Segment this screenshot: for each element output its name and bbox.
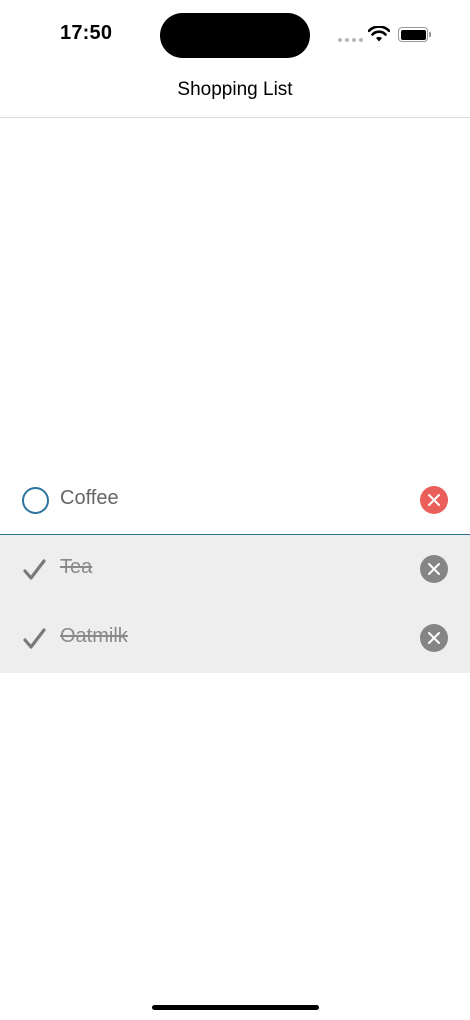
item-label: Coffee <box>60 487 119 509</box>
close-icon <box>428 563 440 575</box>
delete-button[interactable] <box>420 555 448 583</box>
delete-button[interactable] <box>420 486 448 514</box>
close-icon <box>428 494 440 506</box>
status-bar: 17:50 <box>0 0 470 70</box>
cellular-signal-icon <box>338 38 363 42</box>
navigation-bar: Shopping List <box>0 70 470 118</box>
shopping-list: Coffee Tea Oatmilk <box>0 466 470 673</box>
checkmark-icon[interactable] <box>22 558 48 582</box>
battery-icon <box>398 27 431 42</box>
delete-button[interactable] <box>420 624 448 652</box>
list-item[interactable]: Tea <box>0 535 470 604</box>
item-label: Tea <box>60 556 93 578</box>
unchecked-circle-icon[interactable] <box>22 487 49 514</box>
list-item[interactable]: Oatmilk <box>0 604 470 673</box>
home-indicator[interactable] <box>152 1005 319 1010</box>
close-icon <box>428 632 440 644</box>
dynamic-island <box>160 13 310 58</box>
wifi-icon <box>368 26 390 42</box>
checkmark-icon[interactable] <box>22 627 48 651</box>
status-time: 17:50 <box>60 22 113 44</box>
list-item[interactable]: Coffee <box>0 466 470 535</box>
item-label: Oatmilk <box>60 625 128 647</box>
page-title: Shopping List <box>177 79 293 100</box>
